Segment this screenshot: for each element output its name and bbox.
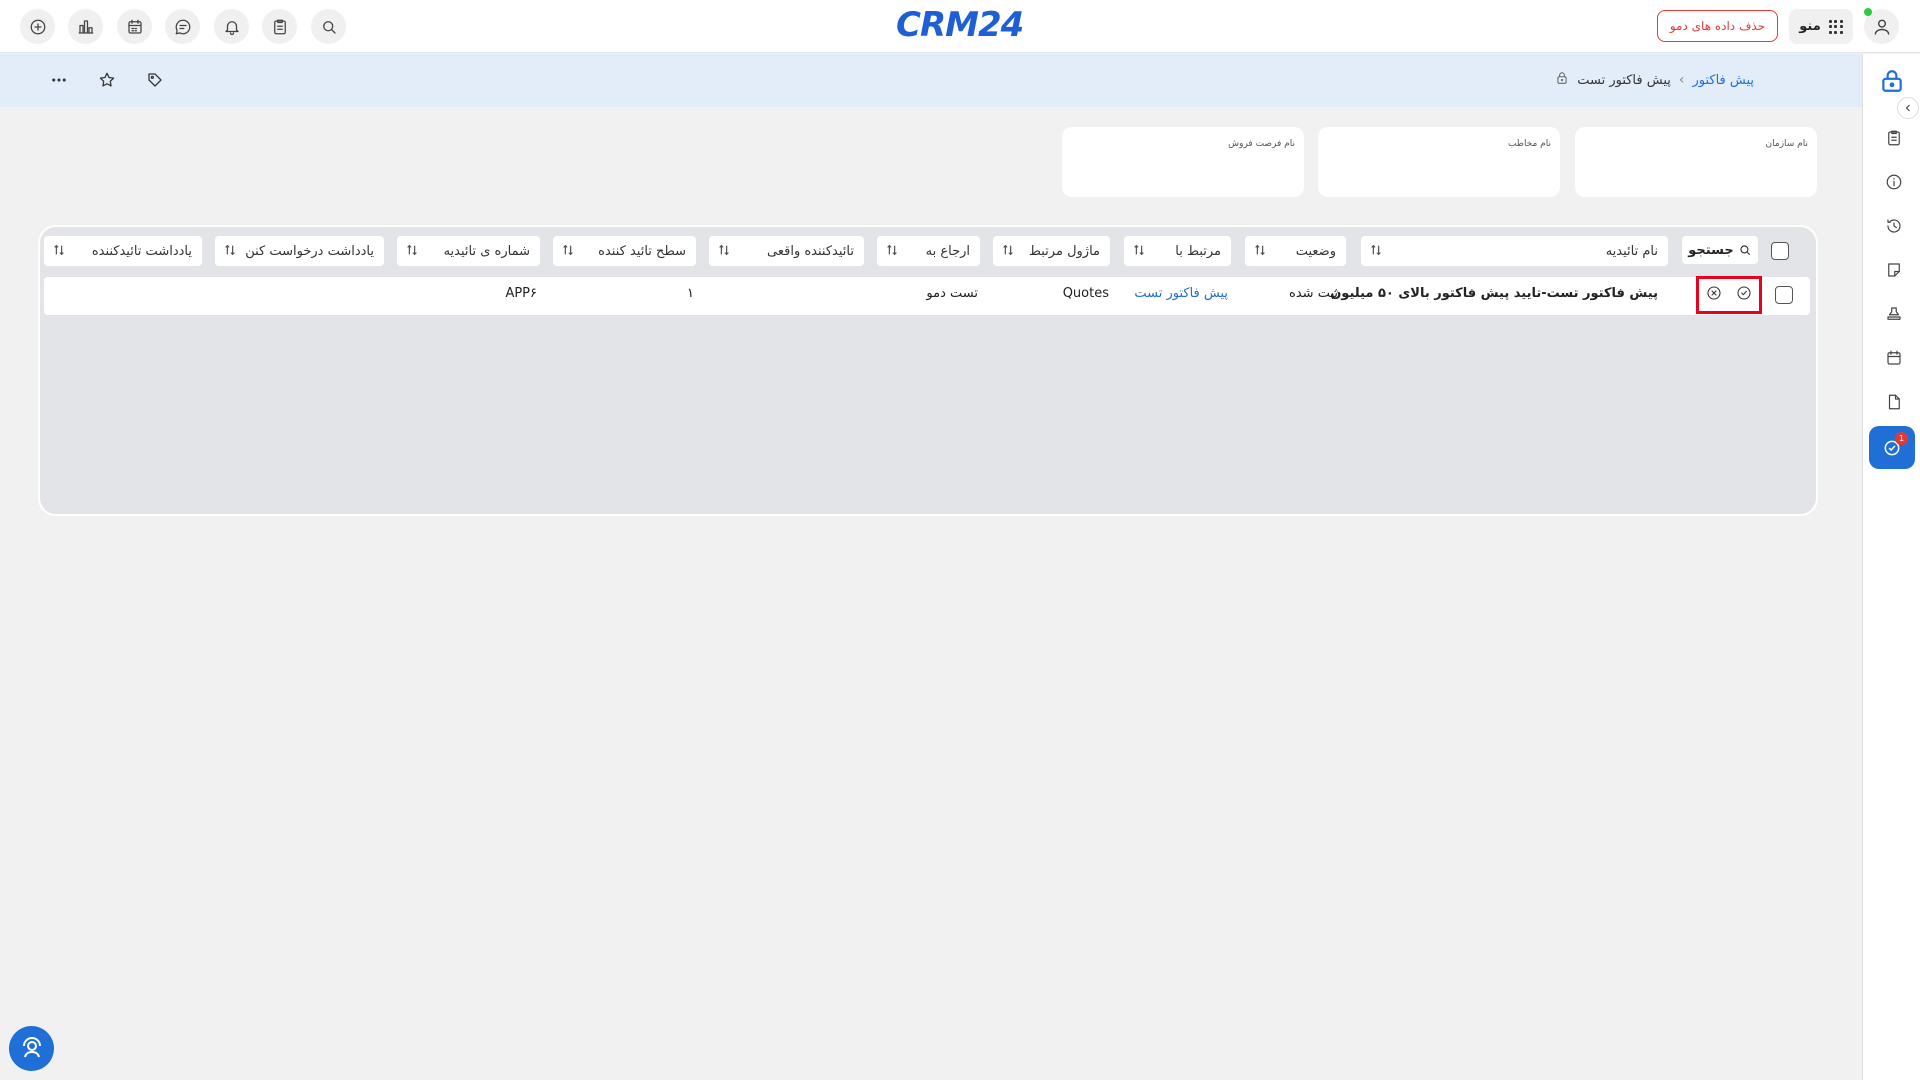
- user-icon: [1874, 19, 1889, 35]
- more-icon[interactable]: [46, 67, 72, 93]
- column-header-label: سطح تائید کننده: [598, 243, 686, 259]
- chart-icon[interactable]: [68, 9, 103, 44]
- chevron-left-icon: [1905, 104, 1910, 112]
- sort-icon[interactable]: [1001, 243, 1015, 257]
- cell-status: ثبت شده: [1289, 286, 1338, 301]
- contact-name-card[interactable]: نام مخاطب: [1318, 127, 1560, 197]
- opportunity-name-label: نام فرصت فروش: [1228, 139, 1295, 149]
- approval-count-badge: 1: [1895, 432, 1908, 445]
- reject-icon[interactable]: [1706, 285, 1722, 305]
- sidebar-approval-icon[interactable]: [1869, 426, 1915, 469]
- breadcrumb-root-link[interactable]: پیش فاکتور: [1692, 73, 1754, 88]
- cell-module: Quotes: [1062, 286, 1109, 301]
- right-sidebar: [1862, 54, 1920, 1080]
- cell-related-to-link[interactable]: پیش فاکتور تست: [1134, 286, 1228, 301]
- sidebar-document-icon[interactable]: [1878, 386, 1910, 418]
- collapse-sidebar-button[interactable]: [1897, 97, 1919, 119]
- column-header-label: یادداشت درخواست کنن: [245, 243, 374, 259]
- calendar-icon[interactable]: [117, 9, 152, 44]
- sort-icon[interactable]: [52, 243, 66, 257]
- column-header-label: مرتبط با: [1175, 243, 1221, 259]
- sort-icon[interactable]: [717, 243, 731, 257]
- column-header-label: وضعیت: [1295, 243, 1336, 259]
- column-header-approval-name[interactable]: نام تائیدیه: [1361, 236, 1668, 266]
- breadcrumb-current: پیش فاکتور تست: [1577, 72, 1671, 88]
- sort-icon[interactable]: [1369, 243, 1383, 257]
- support-icon: [22, 1036, 41, 1057]
- chat-icon[interactable]: [165, 9, 200, 44]
- tag-icon[interactable]: [142, 67, 168, 93]
- column-header-approver-note[interactable]: یادداشت تائیدکننده: [44, 236, 202, 266]
- sidebar-calendar-icon[interactable]: [1878, 342, 1910, 374]
- breadcrumb-separator: ›: [1678, 72, 1685, 88]
- column-header-label: ارجاع به: [925, 243, 970, 259]
- organization-name-label: نام سازمان: [1765, 139, 1808, 149]
- support-chat-button[interactable]: [9, 1026, 54, 1071]
- column-header-label: نام تائیدیه: [1605, 243, 1658, 259]
- cell-assigned-to: تست دمو: [926, 286, 978, 301]
- column-header-requester-note[interactable]: یادداشت درخواست کنن: [215, 236, 384, 266]
- breadcrumb: پیش فاکتور › پیش فاکتور تست: [1555, 71, 1754, 89]
- sidebar-history-icon[interactable]: [1878, 210, 1910, 242]
- grid-icon: [1828, 19, 1843, 34]
- search-icon: [1740, 245, 1750, 256]
- cell-approval-number: APP۶: [505, 286, 537, 301]
- column-header-approval-number[interactable]: شماره ی تائیدیه: [397, 236, 540, 266]
- sort-icon[interactable]: [405, 243, 419, 257]
- add-icon[interactable]: [20, 9, 55, 44]
- select-all-checkbox[interactable]: [1771, 242, 1789, 260]
- cell-approval-name: پیش فاکتور تست-تایید پیش فاکتور بالای ۵۰…: [1330, 286, 1658, 301]
- approve-icon[interactable]: [1736, 285, 1752, 305]
- column-header-related-to[interactable]: مرتبط با: [1124, 236, 1231, 266]
- column-header-approver-level[interactable]: سطح تائید کننده: [553, 236, 696, 266]
- column-header-label: تائیدکننده واقعی: [767, 243, 854, 259]
- column-header-module[interactable]: ماژول مرتبط: [993, 236, 1110, 266]
- delete-demo-data-button[interactable]: حذف داده های دمو: [1657, 10, 1778, 42]
- column-header-label: ماژول مرتبط: [1028, 243, 1100, 259]
- approvals-table-panel: [38, 225, 1818, 516]
- opportunity-name-card[interactable]: نام فرصت فروش: [1062, 127, 1304, 197]
- crm24-logo[interactable]: CRM24: [896, 5, 1024, 45]
- clipboard-icon[interactable]: [262, 9, 297, 44]
- table-search-button[interactable]: جستجو: [1682, 236, 1758, 264]
- sidebar-clipboard-icon[interactable]: [1878, 122, 1910, 154]
- cell-approver-level: ۱: [687, 286, 694, 301]
- column-header-label: شماره ی تائیدیه: [443, 243, 530, 259]
- row-actions: [1696, 276, 1762, 314]
- top-bar: CRM24 حذف داده های دمو منو: [0, 0, 1920, 53]
- search-label: جستجو: [1688, 242, 1734, 258]
- sidebar-info-icon[interactable]: [1878, 166, 1910, 198]
- sort-icon[interactable]: [885, 243, 899, 257]
- sort-icon[interactable]: [1132, 243, 1146, 257]
- online-status-dot: [1864, 8, 1872, 16]
- sidebar-stamp-icon[interactable]: [1878, 298, 1910, 330]
- menu-button[interactable]: منو: [1789, 9, 1853, 44]
- menu-label: منو: [1799, 19, 1821, 34]
- column-header-assigned-to[interactable]: ارجاع به: [877, 236, 980, 266]
- record-header: پیش فاکتور › پیش فاکتور تست: [0, 54, 1862, 107]
- sort-icon[interactable]: [1253, 243, 1267, 257]
- column-header-status[interactable]: وضعیت: [1245, 236, 1346, 266]
- column-header-actual-approver[interactable]: تائیدکننده واقعی: [709, 236, 864, 266]
- column-header-label: یادداشت تائیدکننده: [91, 243, 192, 259]
- contact-name-label: نام مخاطب: [1507, 139, 1551, 149]
- star-icon[interactable]: [94, 67, 120, 93]
- sidebar-note-icon[interactable]: [1878, 254, 1910, 286]
- organization-name-card[interactable]: نام سازمان: [1575, 127, 1817, 197]
- lock-icon: [1555, 71, 1569, 89]
- sort-icon[interactable]: [561, 243, 575, 257]
- row-select-checkbox[interactable]: [1775, 286, 1793, 304]
- sort-icon[interactable]: [223, 243, 237, 257]
- bell-icon[interactable]: [214, 9, 249, 44]
- search-icon[interactable]: [311, 9, 346, 44]
